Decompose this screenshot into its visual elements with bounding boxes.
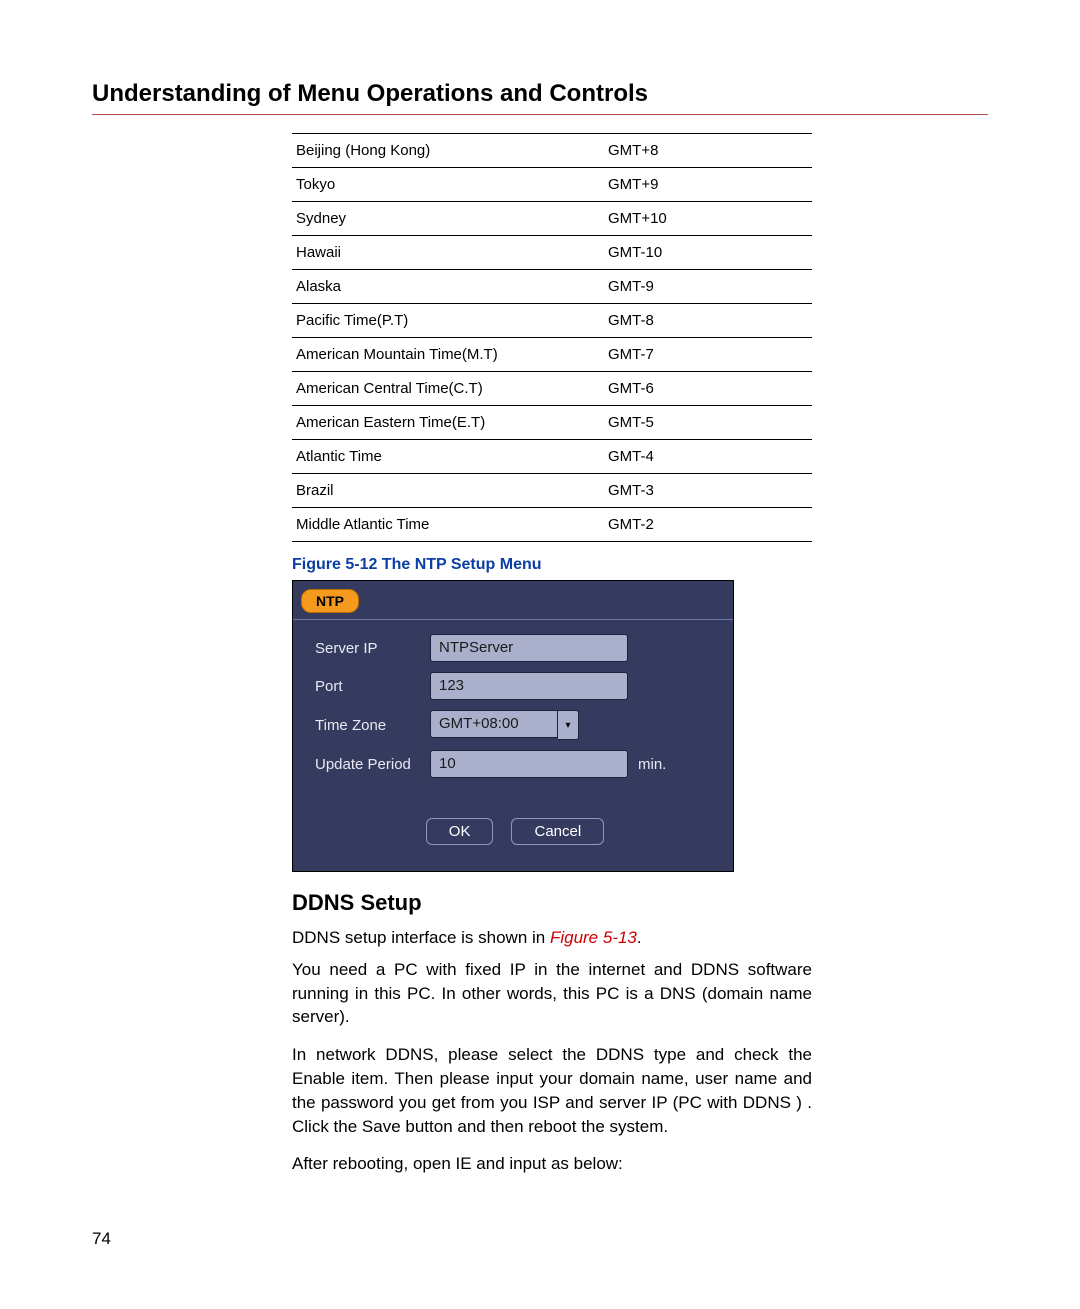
table-row: HawaiiGMT-10 xyxy=(292,236,812,270)
tab-ntp[interactable]: NTP xyxy=(301,589,359,613)
update-period-field[interactable]: 10 xyxy=(430,750,628,778)
ntp-panel: NTP Server IP NTPServer Port 123 Time Zo… xyxy=(292,580,734,872)
tz-offset: GMT-8 xyxy=(604,304,812,338)
tz-name: American Central Time(C.T) xyxy=(292,372,604,406)
table-row: BrazilGMT-3 xyxy=(292,474,812,508)
table-row: American Eastern Time(E.T)GMT-5 xyxy=(292,406,812,440)
tz-name: Alaska xyxy=(292,270,604,304)
tz-offset: GMT-4 xyxy=(604,440,812,474)
tz-offset: GMT-10 xyxy=(604,236,812,270)
text: . xyxy=(637,928,642,947)
dropdown-icon[interactable]: ▾ xyxy=(558,710,579,740)
tz-offset: GMT-3 xyxy=(604,474,812,508)
cancel-button[interactable]: Cancel xyxy=(511,818,604,845)
tz-offset: GMT-2 xyxy=(604,508,812,542)
table-row: Atlantic TimeGMT-4 xyxy=(292,440,812,474)
tz-name: American Eastern Time(E.T) xyxy=(292,406,604,440)
table-row: Middle Atlantic TimeGMT-2 xyxy=(292,508,812,542)
figure-caption: Figure 5-12 The NTP Setup Menu xyxy=(292,556,812,574)
table-row: SydneyGMT+10 xyxy=(292,202,812,236)
text: DDNS setup interface is shown in xyxy=(292,928,550,947)
tz-name: Hawaii xyxy=(292,236,604,270)
server-ip-field[interactable]: NTPServer xyxy=(430,634,628,662)
table-row: American Central Time(C.T)GMT-6 xyxy=(292,372,812,406)
tz-name: Atlantic Time xyxy=(292,440,604,474)
ok-button[interactable]: OK xyxy=(426,818,494,845)
tz-name: Beijing (Hong Kong) xyxy=(292,134,604,168)
time-zone-select[interactable]: GMT+08:00 xyxy=(430,710,558,738)
ddns-para3: In network DDNS, please select the DDNS … xyxy=(292,1043,812,1138)
table-row: Pacific Time(P.T)GMT-8 xyxy=(292,304,812,338)
tz-name: Tokyo xyxy=(292,168,604,202)
tz-offset: GMT-5 xyxy=(604,406,812,440)
table-row: TokyoGMT+9 xyxy=(292,168,812,202)
page-title: Understanding of Menu Operations and Con… xyxy=(92,80,988,115)
tz-offset: GMT-9 xyxy=(604,270,812,304)
table-row: American Mountain Time(M.T)GMT-7 xyxy=(292,338,812,372)
label-server-ip: Server IP xyxy=(315,640,430,657)
tz-offset: GMT-6 xyxy=(604,372,812,406)
port-field[interactable]: 123 xyxy=(430,672,628,700)
tz-offset: GMT-7 xyxy=(604,338,812,372)
label-time-zone: Time Zone xyxy=(315,717,430,734)
table-row: AlaskaGMT-9 xyxy=(292,270,812,304)
tz-name: American Mountain Time(M.T) xyxy=(292,338,604,372)
label-port: Port xyxy=(315,678,430,695)
tz-offset: GMT+10 xyxy=(604,202,812,236)
tz-name: Brazil xyxy=(292,474,604,508)
label-min-suffix: min. xyxy=(638,756,666,773)
tz-name: Sydney xyxy=(292,202,604,236)
tz-name: Pacific Time(P.T) xyxy=(292,304,604,338)
ddns-para4: After rebooting, open IE and input as be… xyxy=(292,1152,812,1176)
tz-offset: GMT+9 xyxy=(604,168,812,202)
page-number: 74 xyxy=(92,1229,111,1249)
ddns-heading: DDNS Setup xyxy=(292,890,812,916)
ddns-intro: DDNS setup interface is shown in Figure … xyxy=(292,926,812,950)
ddns-para2: You need a PC with fixed IP in the inter… xyxy=(292,958,812,1029)
figure-reference: Figure 5-13 xyxy=(550,928,637,947)
tz-name: Middle Atlantic Time xyxy=(292,508,604,542)
label-update-period: Update Period xyxy=(315,756,430,773)
tz-offset: GMT+8 xyxy=(604,134,812,168)
timezone-table: Beijing (Hong Kong)GMT+8TokyoGMT+9Sydney… xyxy=(292,133,812,542)
table-row: Beijing (Hong Kong)GMT+8 xyxy=(292,134,812,168)
